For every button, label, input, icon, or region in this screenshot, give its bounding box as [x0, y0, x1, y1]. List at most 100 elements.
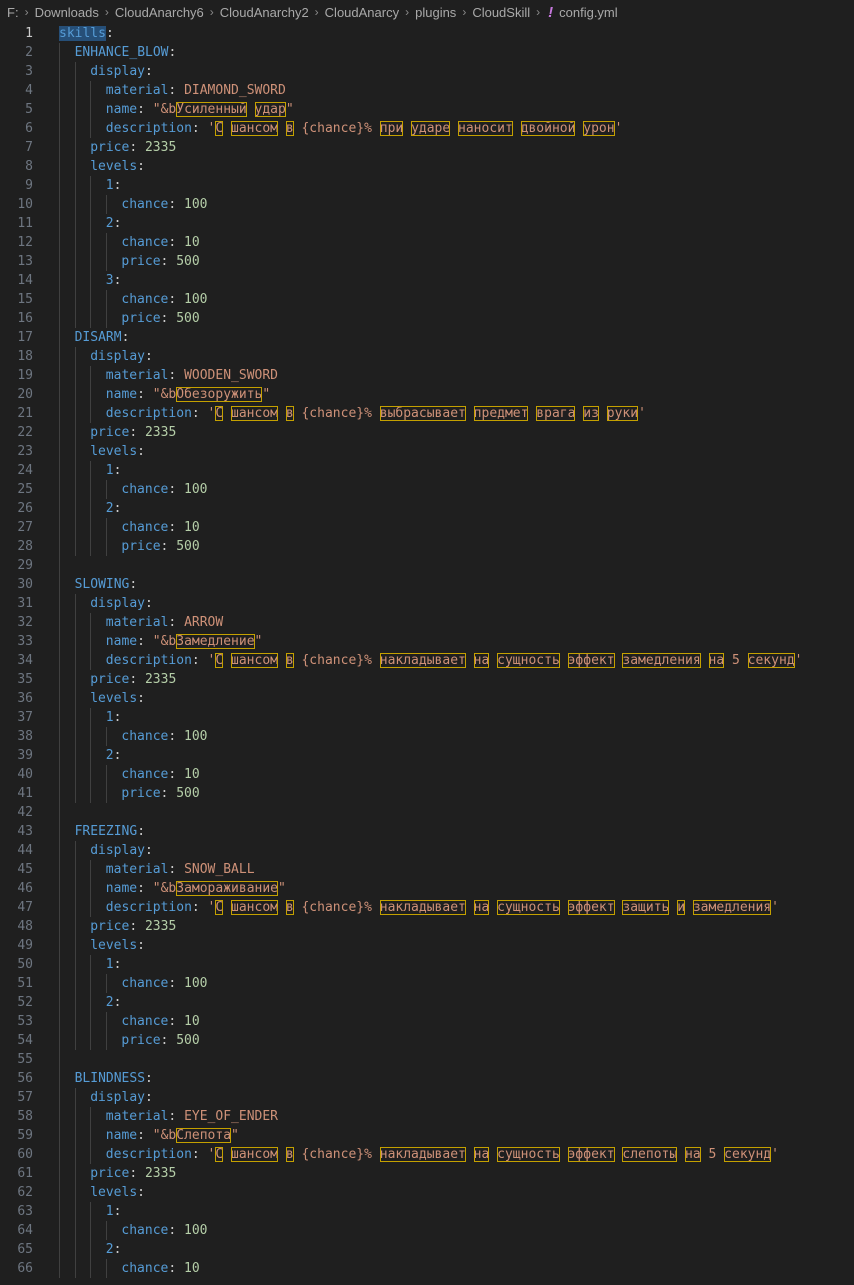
code-token: :: [144, 64, 153, 79]
code-line[interactable]: 37 1:: [0, 708, 854, 727]
code-line[interactable]: 2 ENHANCE_BLOW:: [0, 43, 854, 62]
code-line[interactable]: 33 name: "&bЗамедление": [0, 632, 854, 651]
code-token: :: [137, 387, 153, 402]
line-number: 64: [17, 1223, 33, 1238]
code-token: 10: [184, 767, 200, 782]
code-text: 3:: [106, 271, 122, 290]
code-line[interactable]: 20 name: "&bОбезоружить": [0, 385, 854, 404]
code-line[interactable]: 23 levels:: [0, 442, 854, 461]
code-line[interactable]: 19 material: WOODEN_SWORD: [0, 366, 854, 385]
code-line[interactable]: 4 material: DIAMOND_SWORD: [0, 81, 854, 100]
code-line[interactable]: 55: [0, 1050, 854, 1069]
code-line[interactable]: 8 levels:: [0, 157, 854, 176]
code-line[interactable]: 21 description: 'С шансом в {chance}% выб…: [0, 404, 854, 423]
code-line[interactable]: 14 3:: [0, 271, 854, 290]
code-line[interactable]: 26 2:: [0, 499, 854, 518]
vertical-scrollbar[interactable]: [844, 24, 854, 1285]
code-line[interactable]: 42: [0, 803, 854, 822]
code-line[interactable]: 50 1:: [0, 955, 854, 974]
code-token: 500: [176, 254, 200, 269]
code-line[interactable]: 31 display:: [0, 594, 854, 613]
code-line[interactable]: 11 2:: [0, 214, 854, 233]
code-line[interactable]: 52 2:: [0, 993, 854, 1012]
code-line[interactable]: 36 levels:: [0, 689, 854, 708]
code-line[interactable]: 15 chance: 100: [0, 290, 854, 309]
code-line[interactable]: 54 price: 500: [0, 1031, 854, 1050]
breadcrumb-item[interactable]: CloudSkill: [472, 5, 530, 20]
code-line[interactable]: 62 levels:: [0, 1183, 854, 1202]
code-line[interactable]: 45 material: SNOW_BALL: [0, 860, 854, 879]
code-line[interactable]: 39 2:: [0, 746, 854, 765]
code-line[interactable]: 18 display:: [0, 347, 854, 366]
code-line[interactable]: 10 chance: 100: [0, 195, 854, 214]
code-line[interactable]: 3 display:: [0, 62, 854, 81]
code-line[interactable]: 53 chance: 10: [0, 1012, 854, 1031]
code-line[interactable]: 6 description: 'С шансом в {chance}% при …: [0, 119, 854, 138]
code-line[interactable]: 63 1:: [0, 1202, 854, 1221]
code-text: price: 2335: [90, 670, 176, 689]
code-token: :: [121, 330, 130, 345]
code-line[interactable]: 5 name: "&bУсиленный удар": [0, 100, 854, 119]
code-line[interactable]: 56 BLINDNESS:: [0, 1069, 854, 1088]
code-line[interactable]: 43 FREEZING:: [0, 822, 854, 841]
code-line[interactable]: 32 material: ARROW: [0, 613, 854, 632]
code-token: 1: [105, 463, 114, 478]
breadcrumb-item[interactable]: CloudAnarchy2: [220, 5, 309, 20]
line-number: 37: [17, 710, 33, 725]
code-line[interactable]: 34 description: 'С шансом в {chance}% нак…: [0, 651, 854, 670]
code-line[interactable]: 60 description: 'С шансом в {chance}% нак…: [0, 1145, 854, 1164]
code-token: name: [105, 387, 138, 402]
code-line[interactable]: 12 chance: 10: [0, 233, 854, 252]
code-line[interactable]: 28 price: 500: [0, 537, 854, 556]
code-line[interactable]: 47 description: 'С шансом в {chance}% нак…: [0, 898, 854, 917]
code-line[interactable]: 57 display:: [0, 1088, 854, 1107]
code-line[interactable]: 64 chance: 100: [0, 1221, 854, 1240]
code-line[interactable]: 46 name: "&bЗамораживание": [0, 879, 854, 898]
breadcrumb-item[interactable]: CloudAnarchy6: [115, 5, 204, 20]
breadcrumb-item[interactable]: CloudAnarcy: [325, 5, 399, 20]
code-line[interactable]: 49 levels:: [0, 936, 854, 955]
code-line[interactable]: 9 1:: [0, 176, 854, 195]
breadcrumb-item[interactable]: F:: [7, 5, 19, 20]
code-line[interactable]: 29: [0, 556, 854, 575]
code-token: :: [168, 520, 185, 535]
code-line[interactable]: 41 price: 500: [0, 784, 854, 803]
code-line[interactable]: 61 price: 2335: [0, 1164, 854, 1183]
code-line[interactable]: 58 material: EYE_OF_ENDER: [0, 1107, 854, 1126]
code-token: name: [105, 634, 138, 649]
code-token: :: [137, 691, 145, 706]
line-number: 34: [17, 653, 33, 668]
code-line[interactable]: 17 DISARM:: [0, 328, 854, 347]
code-line[interactable]: 16 price: 500: [0, 309, 854, 328]
code-token: 2335: [144, 672, 177, 687]
code-line[interactable]: 25 chance: 100: [0, 480, 854, 499]
breadcrumb-file-name[interactable]: config.yml: [559, 5, 618, 20]
code-token: {chance}%: [293, 406, 380, 421]
code-line[interactable]: 66 chance: 10: [0, 1259, 854, 1278]
code-line[interactable]: 24 1:: [0, 461, 854, 480]
breadcrumb-item[interactable]: Downloads: [35, 5, 99, 20]
code-line[interactable]: 30 SLOWING:: [0, 575, 854, 594]
code-line[interactable]: 44 display:: [0, 841, 854, 860]
code-line[interactable]: 13 price: 500: [0, 252, 854, 271]
code-line[interactable]: 59 name: "&bСлепота": [0, 1126, 854, 1145]
code-token: 500: [176, 539, 200, 554]
code-line[interactable]: 7 price: 2335: [0, 138, 854, 157]
code-line[interactable]: 27 chance: 10: [0, 518, 854, 537]
code-line[interactable]: 38 chance: 100: [0, 727, 854, 746]
code-line[interactable]: 40 chance: 10: [0, 765, 854, 784]
code-token: price: [121, 786, 161, 801]
code-line[interactable]: 22 price: 2335: [0, 423, 854, 442]
code-line[interactable]: 51 chance: 100: [0, 974, 854, 993]
code-editor[interactable]: 1 skills: 2 ENHANCE_BLOW: 3 display: 4 material…: [0, 24, 854, 1285]
code-line[interactable]: 1 skills:: [0, 24, 854, 43]
code-line[interactable]: 65 2:: [0, 1240, 854, 1259]
code-token: price: [121, 1033, 161, 1048]
code-line[interactable]: 35 price: 2335: [0, 670, 854, 689]
breadcrumb-item[interactable]: plugins: [415, 5, 456, 20]
code-text: 1:: [106, 176, 122, 195]
code-line[interactable]: 48 price: 2335: [0, 917, 854, 936]
